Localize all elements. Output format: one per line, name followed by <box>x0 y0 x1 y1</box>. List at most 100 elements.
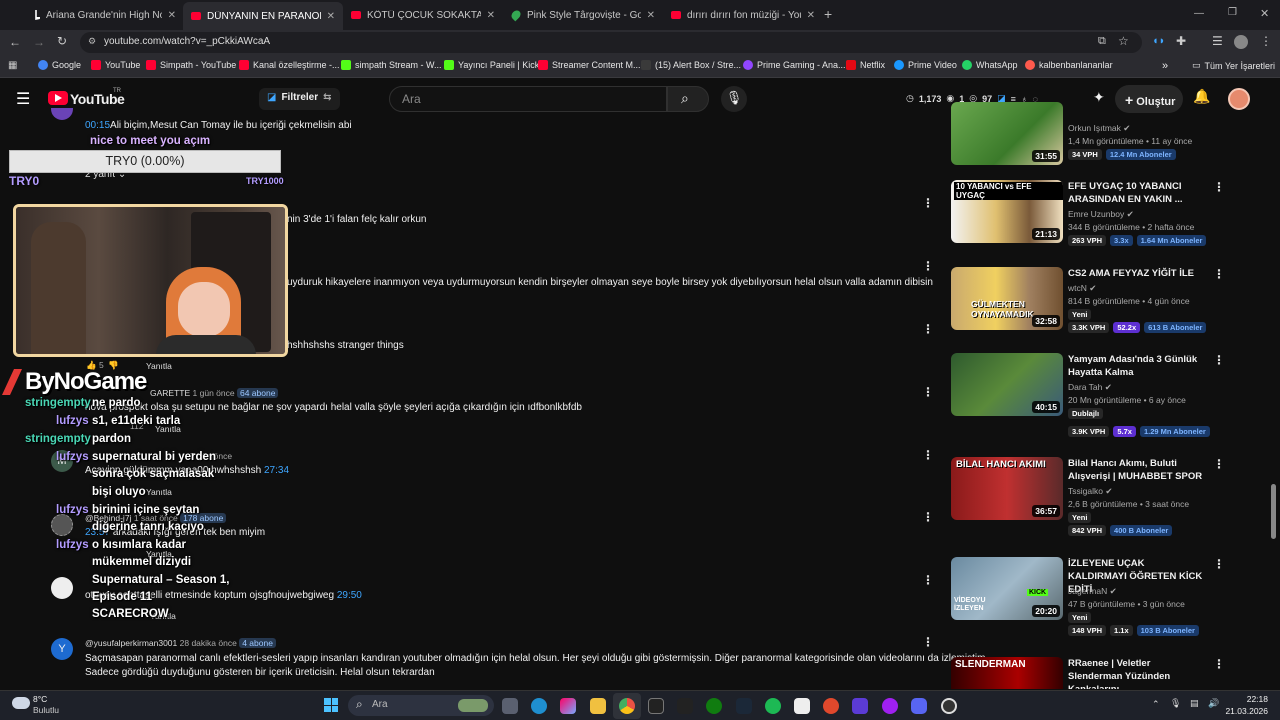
close-tab-icon[interactable]: ✕ <box>807 10 815 21</box>
comment-menu-icon[interactable]: ⋮ <box>922 322 934 336</box>
bookmark[interactable]: YouTube <box>91 60 140 70</box>
comment-menu-icon[interactable]: ⋮ <box>922 196 934 210</box>
clock-date[interactable]: 21.03.2026 <box>1220 706 1268 716</box>
taskbar-search-input[interactable]: ⌕ Ara <box>348 695 494 716</box>
related-video[interactable]: 31:55 Orkun Işıtmak ✔ 1,4 Mn görüntüleme… <box>951 102 1221 165</box>
copilot-icon[interactable] <box>560 698 576 714</box>
bookmark[interactable]: (15) Alert Box / Stre... <box>641 60 741 70</box>
network-icon[interactable]: ▤ <box>1190 698 1199 709</box>
comment-avatar[interactable] <box>51 514 73 536</box>
timestamp-link[interactable]: 27:34 <box>264 465 289 476</box>
channel-name[interactable]: Tssigalko ✔ <box>1068 486 1112 497</box>
video-thumbnail[interactable]: VİDEOYU İZLEYEN KICK 20:20 <box>951 557 1063 620</box>
channel-name[interactable]: Emre Uzunboy ✔ <box>1068 209 1134 220</box>
bookmark[interactable]: Yayıncı Paneli | Kick <box>444 60 539 70</box>
related-video[interactable]: VİDEOYU İZLEYEN KICK 20:20 İZLEYENE UÇAK… <box>951 557 1225 636</box>
video-thumbnail[interactable]: GÜLMEKTEN OYNAYAMADIK 32:58 <box>951 267 1063 330</box>
close-tab-icon[interactable]: ✕ <box>487 10 495 21</box>
steam-icon[interactable] <box>736 698 752 714</box>
site-info-icon[interactable]: ⚙ <box>88 36 96 47</box>
search-input[interactable]: Ara <box>389 86 667 112</box>
video-menu-icon[interactable]: ⋮ <box>1213 457 1225 471</box>
voice-search-mic-icon[interactable]: 🎙 <box>721 86 747 112</box>
bookmark[interactable]: Kanal özelleştirme -... <box>239 60 340 70</box>
filters-button[interactable]: ◪ Filtreler ⇆ <box>259 88 340 110</box>
maximize-icon[interactable]: ❐ <box>1228 7 1237 18</box>
comment-avatar[interactable]: Y <box>51 638 73 660</box>
video-thumbnail[interactable]: 31:55 <box>951 102 1063 165</box>
related-video[interactable]: BİLAL HANCI AKIMI 36:57 Bilal Hancı Akım… <box>951 457 1225 536</box>
comment-menu-icon[interactable]: ⋮ <box>922 510 934 524</box>
video-title[interactable]: CS2 AMA FEYYAZ YİĞİT İLE <box>1068 267 1203 280</box>
reload-icon[interactable]: ↻ <box>57 34 67 48</box>
back-icon[interactable]: ← <box>9 35 21 49</box>
timestamp-link[interactable]: 00:15 <box>85 120 110 131</box>
bookmark[interactable]: Google <box>38 60 81 70</box>
reply-button[interactable]: Yanıtla <box>146 361 172 371</box>
task-view-icon[interactable] <box>502 698 518 714</box>
related-video[interactable]: 10 YABANCI vs EFE UYGAÇ 21:13 EFE UYGAÇ … <box>951 180 1225 250</box>
install-app-icon[interactable]: ⧉ <box>1098 35 1106 48</box>
channel-name[interactable]: Dara Tah ✔ <box>1068 382 1112 393</box>
all-bookmarks[interactable]: ▭ Tüm Yer İşaretleri <box>1192 60 1275 71</box>
app-icon[interactable] <box>852 698 868 714</box>
video-menu-icon[interactable]: ⋮ <box>1213 267 1225 281</box>
extensions-puzzle-icon[interactable]: ✚ <box>1176 34 1186 48</box>
video-menu-icon[interactable]: ⋮ <box>1213 557 1225 571</box>
hamburger-menu-icon[interactable]: ☰ <box>16 89 30 109</box>
obs-icon[interactable] <box>882 698 898 714</box>
comment-menu-icon[interactable]: ⋮ <box>922 448 934 462</box>
windows-start-icon[interactable] <box>324 698 338 712</box>
create-button[interactable]: + Oluştur <box>1115 85 1183 113</box>
related-video[interactable]: GÜLMEKTEN OYNAYAMADIK 32:58 CS2 AMA FEYY… <box>951 267 1225 337</box>
channel-name[interactable]: wtcN ✔ <box>1068 283 1096 294</box>
ai-sparkle-icon[interactable]: ✦ <box>1093 89 1105 106</box>
video-thumbnail[interactable]: 40:15 <box>951 353 1063 416</box>
minimize-icon[interactable]: — <box>1194 8 1204 19</box>
browser-tab[interactable]: Pink Style Târgoviște - Google ✕ <box>503 4 663 26</box>
related-video[interactable]: SLENDERMAN RRaenee | Veletler Slenderman… <box>951 657 1221 689</box>
browser-tab[interactable]: Ariana Grande'nin High Note R ✕ <box>24 4 184 26</box>
video-thumbnail[interactable]: 10 YABANCI vs EFE UYGAÇ 21:13 <box>951 180 1063 243</box>
timestamp-link[interactable]: 29:50 <box>337 590 362 601</box>
page-scrollbar-thumb[interactable] <box>1271 484 1276 539</box>
browser-tab[interactable]: dırırı dırırı fon müziği - YouTub ✕ <box>663 4 823 26</box>
discord-icon[interactable] <box>911 698 927 714</box>
capcut-icon[interactable] <box>794 698 810 714</box>
comment-menu-icon[interactable]: ⋮ <box>922 635 934 649</box>
profile-avatar[interactable] <box>1234 35 1248 49</box>
file-explorer-icon[interactable] <box>590 698 606 714</box>
close-tab-icon[interactable]: ✕ <box>327 11 335 22</box>
close-tab-icon[interactable]: ✕ <box>168 10 176 21</box>
video-menu-icon[interactable]: ⋮ <box>1213 180 1225 194</box>
youtube-logo-icon[interactable] <box>48 91 68 105</box>
bookmark[interactable]: kalbenbanlananlar <box>1025 60 1113 70</box>
bookmark[interactable]: Streamer Content M... <box>538 60 641 70</box>
related-video[interactable]: 40:15 Yamyam Adası'nda 3 Günlük Hayatta … <box>951 353 1225 437</box>
video-title[interactable]: Yamyam Adası'nda 3 Günlük Hayatta Kalma <box>1068 353 1203 379</box>
video-thumbnail[interactable]: SLENDERMAN <box>951 657 1063 689</box>
microphone-icon[interactable]: 🎙 <box>1170 698 1181 709</box>
edge-icon[interactable] <box>531 698 547 714</box>
channel-name[interactable]: JagermaN ✔ <box>1068 586 1117 597</box>
apps-grid-icon[interactable]: ▦ <box>8 60 17 71</box>
comment-menu-icon[interactable]: ⋮ <box>922 385 934 399</box>
video-title[interactable]: EFE UYGAÇ 10 YABANCI ARASINDAN EN YAKIN … <box>1068 180 1203 206</box>
close-window-icon[interactable]: ✕ <box>1260 7 1269 20</box>
bookmark[interactable]: simpath Stream - W... <box>341 60 442 70</box>
close-tab-icon[interactable]: ✕ <box>647 10 655 21</box>
extension-icon[interactable]: ◖◗ <box>1152 35 1165 47</box>
user-avatar[interactable] <box>1228 88 1250 110</box>
media-icon[interactable]: ☰ <box>1212 34 1223 48</box>
spotify-icon[interactable] <box>765 698 781 714</box>
comment-avatar[interactable] <box>51 577 73 599</box>
bookmark[interactable]: WhatsApp <box>962 60 1018 70</box>
address-bar[interactable]: ⚙ youtube.com/watch?v=_pCkkiAWcaA ⧉ ☆ <box>80 32 1142 53</box>
weather-desc[interactable]: Bulutlu <box>33 705 59 715</box>
notifications-bell-icon[interactable]: 🔔 <box>1193 88 1210 105</box>
amazon-icon[interactable] <box>677 698 693 714</box>
comment-menu-icon[interactable]: ⋮ <box>922 573 934 587</box>
brave-icon[interactable] <box>823 698 839 714</box>
obs-studio-icon[interactable] <box>941 698 957 714</box>
browser-menu-icon[interactable]: ⋮ <box>1260 34 1272 48</box>
